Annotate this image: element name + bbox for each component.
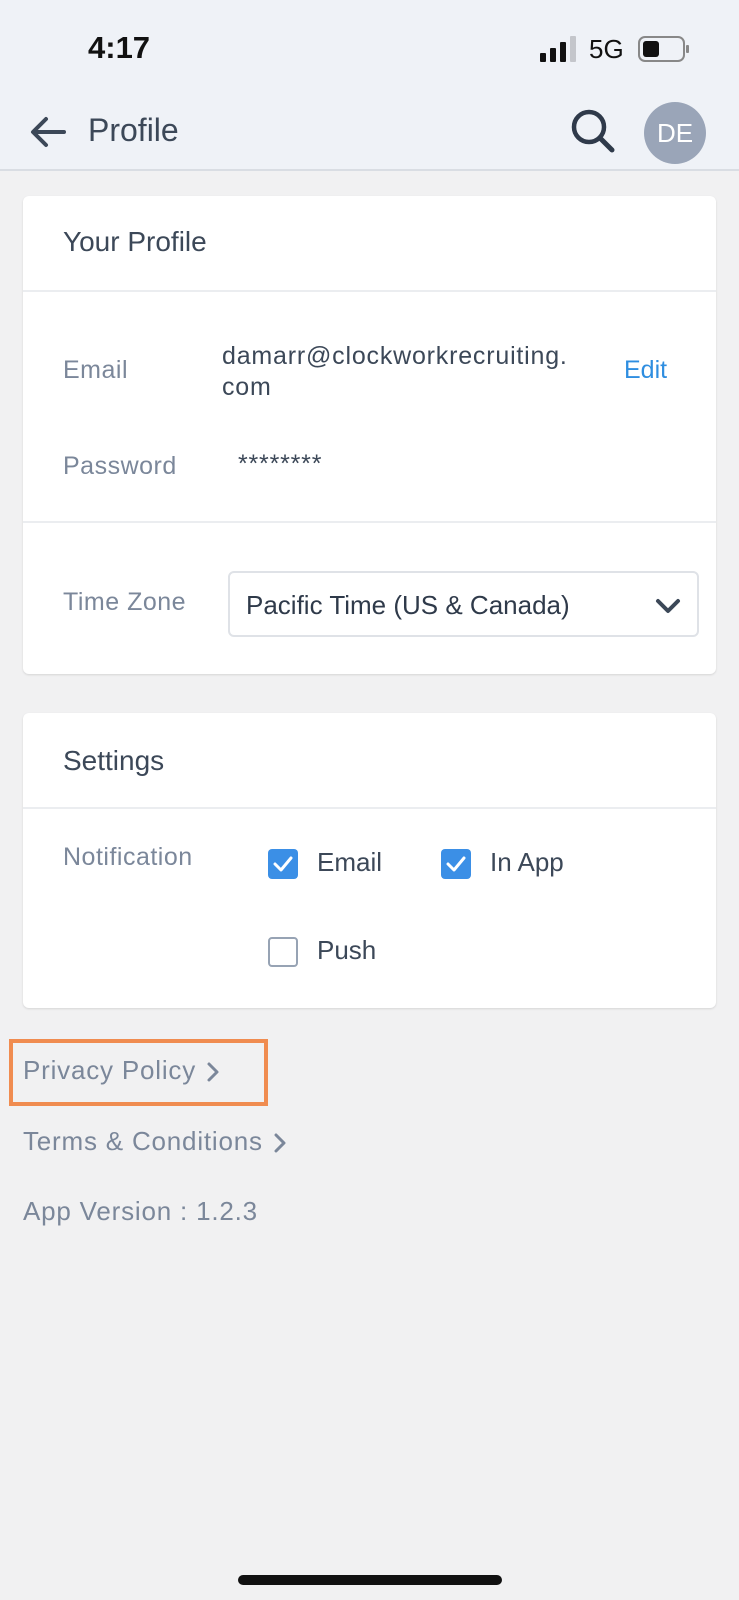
edit-email-button[interactable]: Edit	[624, 356, 667, 385]
timezone-select[interactable]: Pacific Time (US & Canada)	[228, 571, 699, 637]
email-notification-checkbox[interactable]	[268, 849, 298, 879]
chevron-right-icon	[207, 1062, 219, 1082]
email-value-line2: com	[222, 373, 272, 401]
status-bar: 4:17 5G	[0, 0, 739, 100]
in-app-notification-label[interactable]: In App	[490, 847, 564, 878]
chevron-right-icon	[274, 1133, 286, 1153]
password-value: ********	[238, 450, 323, 478]
in-app-notification-checkbox[interactable]	[441, 849, 471, 879]
app-version: App Version : 1.2.3	[23, 1196, 258, 1226]
divider	[23, 807, 716, 809]
battery-icon	[638, 36, 689, 62]
status-time: 4:17	[88, 30, 151, 65]
signal-icon	[540, 36, 576, 62]
notification-label: Notification	[63, 843, 193, 871]
password-label: Password	[63, 452, 177, 480]
terms-conditions-label: Terms & Conditions	[23, 1126, 263, 1156]
profile-card-title: Your Profile	[63, 226, 207, 257]
email-label: Email	[63, 356, 129, 384]
push-notification-label[interactable]: Push	[317, 935, 376, 966]
checkmark-icon	[446, 856, 466, 872]
timezone-select-value: Pacific Time (US & Canada)	[246, 590, 570, 620]
divider	[23, 290, 716, 292]
search-icon[interactable]	[568, 106, 618, 156]
chevron-down-icon	[656, 599, 680, 613]
page-title: Profile	[88, 112, 179, 148]
back-arrow-icon[interactable]	[26, 110, 70, 154]
privacy-policy-label: Privacy Policy	[23, 1055, 197, 1085]
settings-card-title: Settings	[63, 745, 165, 776]
avatar[interactable]: DE	[644, 102, 706, 164]
timezone-label: Time Zone	[63, 588, 187, 616]
app-header: Profile DE	[0, 100, 739, 171]
network-type: 5G	[589, 34, 624, 64]
profile-card: Your Profile Email damarr@clockworkrecru…	[23, 196, 716, 674]
terms-conditions-link[interactable]: Terms & Conditions	[23, 1126, 287, 1157]
push-notification-checkbox[interactable]	[268, 937, 298, 967]
home-indicator[interactable]	[238, 1575, 502, 1585]
divider	[23, 521, 716, 523]
settings-card: Settings Notification Email In App Push	[23, 713, 716, 1008]
checkmark-icon	[273, 856, 293, 872]
email-value-line1: damarr@clockworkrecruiting.	[222, 342, 568, 370]
privacy-policy-link[interactable]: Privacy Policy	[23, 1055, 220, 1086]
email-notification-label[interactable]: Email	[317, 847, 382, 878]
